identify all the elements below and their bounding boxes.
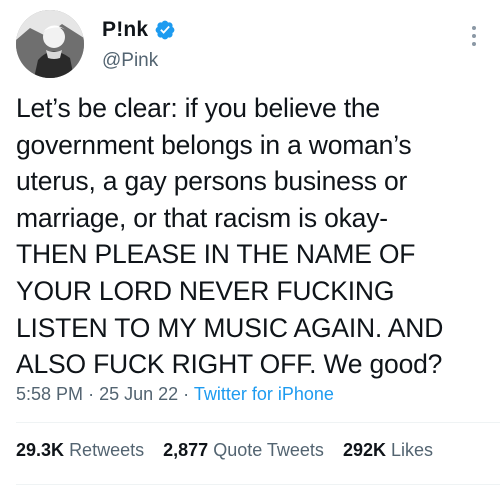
likes-stat[interactable]: 292K Likes bbox=[343, 440, 433, 461]
tweet-text: Let’s be clear: if you believe the gover… bbox=[16, 93, 444, 380]
tweet-card: P!nk @Pink Let’s be clear: if you believ… bbox=[0, 0, 500, 486]
retweets-stat[interactable]: 29.3K Retweets bbox=[16, 440, 144, 461]
tweet-source-link[interactable]: Twitter for iPhone bbox=[194, 384, 334, 404]
display-name[interactable]: P!nk bbox=[102, 18, 148, 42]
quote-tweets-label: Quote Tweets bbox=[213, 440, 324, 460]
meta-separator: · bbox=[88, 384, 95, 404]
tweet-time[interactable]: 5:58 PM bbox=[16, 384, 83, 404]
more-dot bbox=[472, 42, 476, 46]
author-names: P!nk @Pink bbox=[102, 18, 176, 72]
likes-label: Likes bbox=[390, 440, 434, 460]
retweets-label: Retweets bbox=[69, 440, 145, 460]
tweet-stats: 29.3K Retweets 2,877 Quote Tweets 292K L… bbox=[16, 440, 447, 461]
more-dot bbox=[472, 34, 476, 38]
more-options-icon[interactable] bbox=[464, 18, 484, 54]
tweet-date[interactable]: 25 Jun 22 bbox=[99, 384, 178, 404]
tweet-header: P!nk @Pink bbox=[16, 10, 484, 78]
divider bbox=[16, 484, 500, 485]
tweet-meta: 5:58 PM · 25 Jun 22 · Twitter for iPhone bbox=[16, 384, 334, 405]
quote-tweets-count: 2,877 bbox=[163, 440, 209, 460]
meta-separator: · bbox=[183, 384, 190, 404]
display-name-row: P!nk bbox=[102, 18, 176, 42]
avatar[interactable] bbox=[16, 10, 84, 78]
retweets-count: 29.3K bbox=[16, 440, 65, 460]
more-dot bbox=[472, 26, 476, 30]
likes-count: 292K bbox=[342, 440, 386, 460]
avatar-photo bbox=[16, 10, 84, 78]
quote-tweets-stat[interactable]: 2,877 Quote Tweets bbox=[163, 440, 324, 461]
divider bbox=[16, 422, 500, 423]
verified-badge-icon bbox=[154, 19, 176, 41]
author-handle[interactable]: @Pink bbox=[102, 50, 176, 72]
